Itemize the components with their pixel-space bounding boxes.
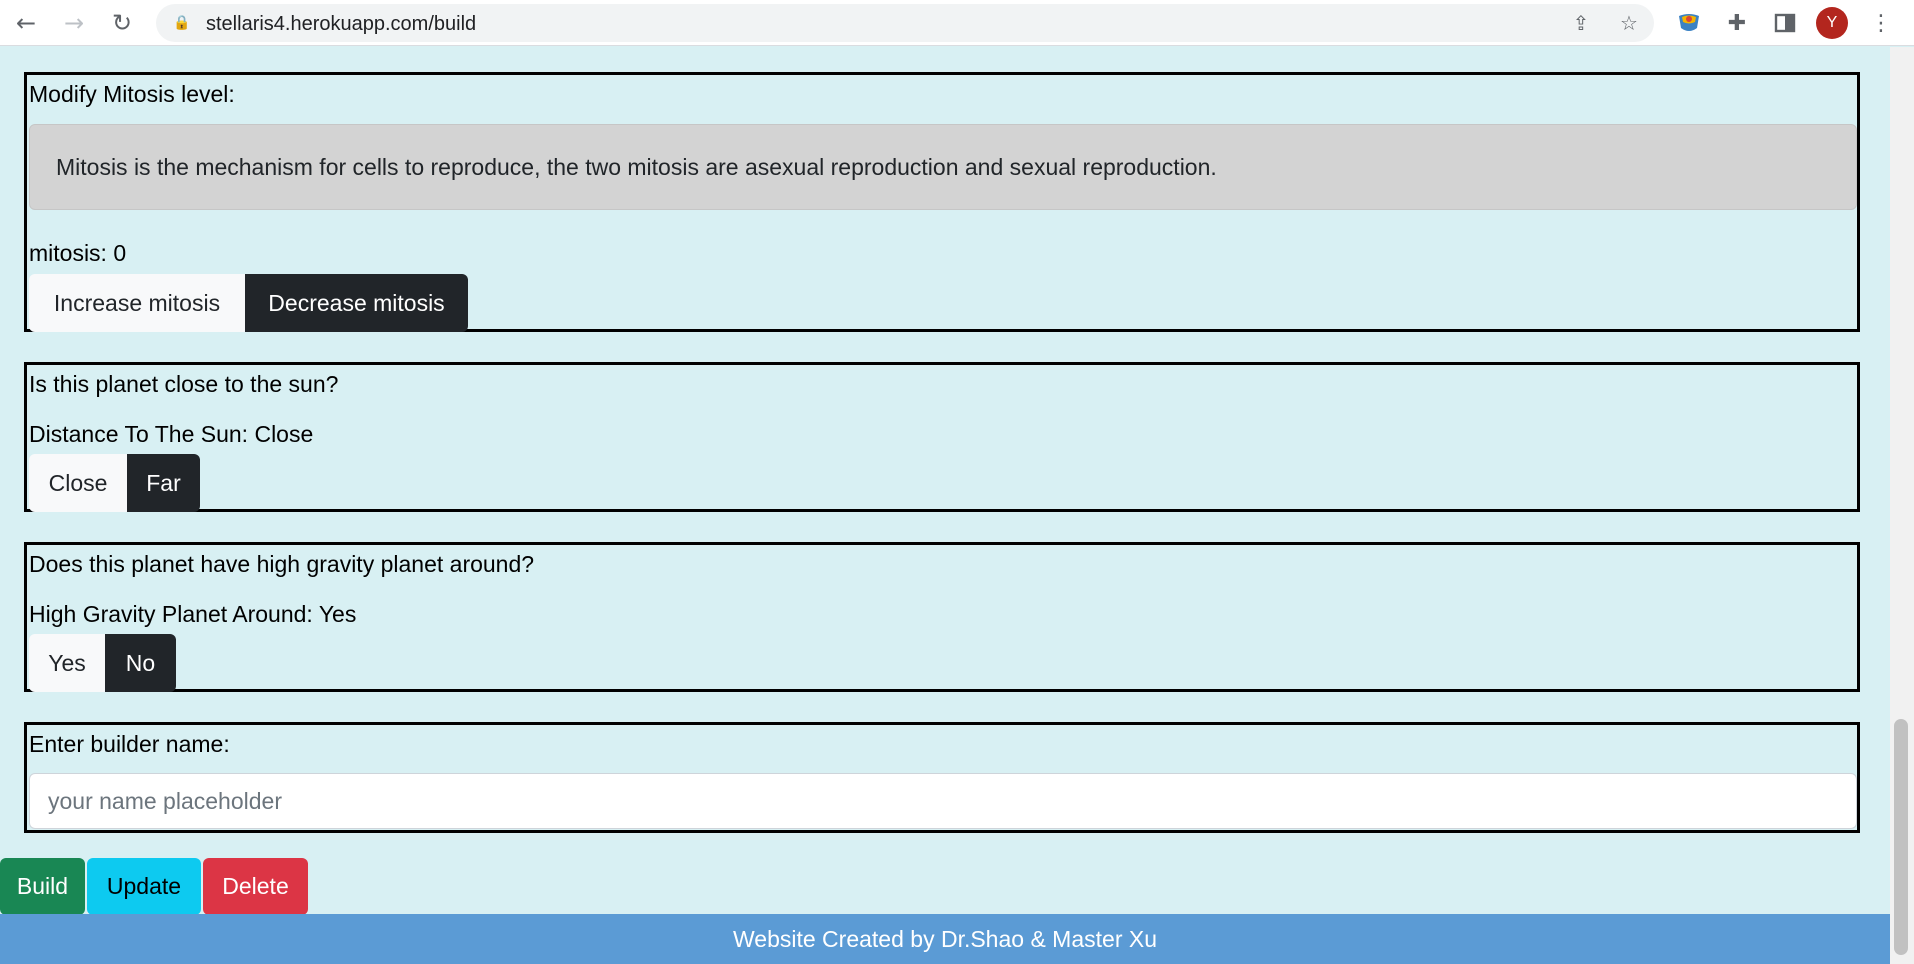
scrollbar-thumb[interactable] bbox=[1894, 719, 1908, 955]
extension-colorful-icon[interactable] bbox=[1674, 8, 1704, 38]
puzzle-extensions-icon[interactable]: ✚ bbox=[1722, 8, 1752, 38]
yes-button[interactable]: Yes bbox=[29, 634, 105, 692]
increase-mitosis-button[interactable]: Increase mitosis bbox=[29, 274, 245, 332]
footer-text: Website Created by Dr.Shao & Master Xu bbox=[733, 925, 1157, 952]
sun-distance-section: Is this planet close to the sun? Distanc… bbox=[24, 362, 1860, 512]
page-scrollbar[interactable] bbox=[1890, 47, 1914, 964]
url-text[interactable]: stellaris4.herokuapp.com/build bbox=[206, 13, 476, 36]
reload-icon[interactable]: ↻ bbox=[106, 7, 138, 39]
address-bar[interactable]: 🔒 stellaris4.herokuapp.com/build ⇪ ☆ bbox=[156, 4, 1654, 42]
side-panel-icon[interactable] bbox=[1770, 8, 1800, 38]
gravity-status: High Gravity Planet Around: Yes bbox=[29, 601, 356, 628]
build-button[interactable]: Build bbox=[0, 858, 85, 915]
bookmark-star-icon[interactable]: ☆ bbox=[1616, 10, 1642, 36]
sun-distance-label: Is this planet close to the sun? bbox=[29, 371, 339, 397]
far-button[interactable]: Far bbox=[127, 454, 200, 512]
gravity-section: Does this planet have high gravity plane… bbox=[24, 542, 1860, 692]
mitosis-info-box: Mitosis is the mechanism for cells to re… bbox=[29, 124, 1857, 210]
gravity-status-key: High Gravity Planet Around: bbox=[29, 601, 313, 627]
no-button[interactable]: No bbox=[105, 634, 176, 692]
sun-distance-status-key: Distance To The Sun: bbox=[29, 421, 249, 447]
builder-name-input[interactable] bbox=[29, 773, 1857, 829]
close-button[interactable]: Close bbox=[29, 454, 127, 512]
forward-icon[interactable]: → bbox=[58, 7, 90, 39]
lock-icon[interactable]: 🔒 bbox=[172, 13, 192, 33]
delete-button[interactable]: Delete bbox=[203, 858, 308, 915]
more-menu-icon[interactable]: ⋮ bbox=[1866, 8, 1896, 38]
browser-toolbar: ← → ↻ 🔒 stellaris4.herokuapp.com/build ⇪… bbox=[0, 0, 1914, 46]
mitosis-status-value: 0 bbox=[113, 240, 127, 266]
back-icon[interactable]: ← bbox=[10, 7, 42, 39]
gravity-status-value: Yes bbox=[318, 601, 357, 627]
decrease-mitosis-button[interactable]: Decrease mitosis bbox=[245, 274, 468, 332]
update-button[interactable]: Update bbox=[87, 858, 201, 915]
sun-distance-status: Distance To The Sun: Close bbox=[29, 421, 313, 448]
builder-name-section: Enter builder name: bbox=[24, 722, 1860, 833]
mitosis-status-key: mitosis: bbox=[29, 240, 107, 266]
mitosis-status: mitosis: 0 bbox=[29, 240, 126, 267]
mitosis-info-text: Mitosis is the mechanism for cells to re… bbox=[56, 154, 1217, 180]
gravity-label: Does this planet have high gravity plane… bbox=[29, 551, 535, 577]
builder-name-label: Enter builder name: bbox=[29, 731, 230, 757]
sun-distance-status-value: Close bbox=[254, 421, 314, 447]
mitosis-section: Modify Mitosis level: Mitosis is the mec… bbox=[24, 72, 1860, 332]
site-footer: Website Created by Dr.Shao & Master Xu bbox=[0, 914, 1890, 964]
mitosis-section-label: Modify Mitosis level: bbox=[29, 81, 235, 107]
profile-avatar[interactable]: Y bbox=[1816, 7, 1848, 39]
share-icon[interactable]: ⇪ bbox=[1568, 10, 1594, 36]
